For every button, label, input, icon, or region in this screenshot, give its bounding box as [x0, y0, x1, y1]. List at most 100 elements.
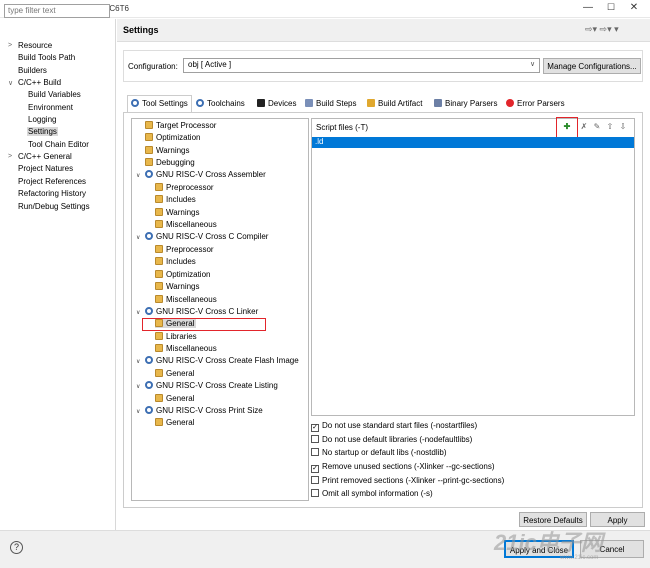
filter-input[interactable]: type filter text [4, 4, 110, 18]
folder-icon [155, 418, 163, 426]
nav-item-project-natures[interactable]: Project Natures [18, 164, 73, 173]
chevron-down-icon[interactable]: ∨ [530, 60, 535, 68]
nav-item-resource[interactable]: Resource [18, 41, 52, 50]
tree-item[interactable]: GNU RISC-V Cross Print Size [145, 406, 263, 415]
delete-icon[interactable]: ✗ [579, 122, 589, 132]
move-up-icon[interactable]: ⇧ [605, 122, 615, 132]
checkbox[interactable] [311, 489, 319, 497]
collapse-icon[interactable]: ∨ [8, 79, 13, 87]
option-label: Do not use default libraries (-nodefault… [322, 435, 473, 444]
tab-devices[interactable]: Devices [254, 96, 299, 112]
nav-item-project-references[interactable]: Project References [18, 177, 86, 186]
nav-item-refactoring-history[interactable]: Refactoring History [18, 189, 86, 198]
nav-item-cc-build[interactable]: C/C++ Build [18, 78, 61, 87]
minimize-icon[interactable]: — [578, 2, 598, 13]
option-label: Remove unused sections (-Xlinker --gc-se… [322, 462, 495, 471]
highlight-box [142, 318, 266, 331]
nav-item-builders[interactable]: Builders [18, 66, 47, 75]
expand-icon[interactable]: > [8, 153, 12, 160]
tree-item-label: GNU RISC-V Cross Print Size [156, 406, 263, 415]
configuration-select[interactable]: obj [ Active ] [183, 58, 540, 73]
tree-item[interactable]: Optimization [155, 270, 210, 279]
option-nostdlib[interactable]: No startup or default libs (-nostdlib) [311, 448, 447, 457]
option-omit-symbols[interactable]: Omit all symbol information (-s) [311, 489, 433, 498]
move-down-icon[interactable]: ⇩ [618, 122, 628, 132]
tree-item[interactable]: Miscellaneous [155, 295, 217, 304]
tree-item[interactable]: Target Processor [145, 121, 216, 130]
tab-build-artifact[interactable]: Build Artifact [364, 96, 425, 112]
tree-item[interactable]: General [155, 369, 194, 378]
tree-item[interactable]: Warnings [155, 208, 200, 217]
nav-item-run-debug-settings[interactable]: Run/Debug Settings [18, 202, 90, 211]
manage-configurations-button[interactable]: Manage Configurations... [543, 58, 641, 74]
checkbox[interactable] [311, 476, 319, 484]
help-icon[interactable]: ? [10, 541, 23, 554]
tree-item[interactable]: Warnings [155, 282, 200, 291]
tree-item[interactable]: Includes [155, 257, 196, 266]
watermark-url: www.21ic.com [560, 555, 599, 561]
maximize-icon[interactable]: ☐ [601, 2, 621, 13]
script-file-row[interactable]: .ld [312, 137, 634, 148]
tree-item[interactable]: GNU RISC-V Cross C Linker [145, 307, 258, 316]
history-nav-icons[interactable]: ⇨▾ ⇨▾ ▾ [585, 24, 619, 35]
collapse-icon[interactable]: ∨ [136, 309, 140, 316]
wrench-icon [305, 99, 313, 107]
edit-icon[interactable]: ✎ [592, 122, 602, 132]
tree-item[interactable]: Preprocessor [155, 245, 214, 254]
tree-item[interactable]: Optimization [145, 133, 200, 142]
tree-item[interactable]: GNU RISC-V Cross Create Flash Image [145, 356, 299, 365]
tree-item[interactable]: Includes [155, 195, 196, 204]
gear-icon [145, 406, 153, 414]
nav-item-build-variables[interactable]: Build Variables [28, 90, 81, 99]
nav-item-environment[interactable]: Environment [28, 103, 73, 112]
page-header [117, 19, 650, 42]
checkbox[interactable]: ✓ [311, 465, 319, 473]
tree-item[interactable]: Libraries [155, 332, 197, 341]
option-print-gc-sections[interactable]: Print removed sections (-Xlinker --print… [311, 476, 504, 485]
nav-item-build-tools-path[interactable]: Build Tools Path [18, 53, 75, 62]
checkbox[interactable]: ✓ [311, 424, 319, 432]
tab-label: Build Steps [316, 99, 357, 108]
option-label: Print removed sections (-Xlinker --print… [322, 476, 505, 485]
close-icon[interactable]: ✕ [624, 2, 644, 13]
collapse-icon[interactable]: ∨ [136, 172, 140, 179]
tree-item[interactable]: Debugging [145, 158, 195, 167]
tab-label: Binary Parsers [445, 99, 498, 108]
nav-item-cc-general[interactable]: C/C++ General [18, 152, 72, 161]
collapse-icon[interactable]: ∨ [136, 358, 140, 365]
tree-item[interactable]: Warnings [145, 146, 190, 155]
nav-item-logging[interactable]: Logging [28, 115, 56, 124]
watermark: 21ic电子网 [494, 530, 603, 555]
gear-icon [145, 381, 153, 389]
tab-toolchains[interactable]: Toolchains [193, 96, 248, 112]
option-nostartfiles[interactable]: ✓ Do not use standard start files (-nosta… [311, 421, 477, 432]
option-nodefaultlibs[interactable]: Do not use default libraries (-nodefault… [311, 435, 472, 444]
collapse-icon[interactable]: ∨ [136, 383, 140, 390]
tree-item[interactable]: GNU RISC-V Cross Assembler [145, 170, 266, 179]
tree-item[interactable]: GNU RISC-V Cross C Compiler [145, 232, 268, 241]
tree-item[interactable]: GNU RISC-V Cross Create Listing [145, 381, 278, 390]
tree-item-label: GNU RISC-V Cross Create Flash Image [156, 356, 299, 365]
tree-item[interactable]: Miscellaneous [155, 220, 217, 229]
checkbox[interactable] [311, 448, 319, 456]
nav-item-tool-chain-editor[interactable]: Tool Chain Editor [28, 140, 89, 149]
gear-icon [145, 170, 153, 178]
tab-build-steps[interactable]: Build Steps [302, 96, 359, 112]
error-icon [506, 99, 514, 107]
expand-icon[interactable]: > [8, 42, 12, 49]
tree-item[interactable]: Preprocessor [155, 183, 214, 192]
tab-label: Toolchains [207, 99, 245, 108]
checkbox[interactable] [311, 435, 319, 443]
tab-error-parsers[interactable]: Error Parsers [503, 96, 568, 112]
tree-item[interactable]: Miscellaneous [155, 344, 217, 353]
tab-binary-parsers[interactable]: Binary Parsers [431, 96, 500, 112]
page-title: Settings [123, 25, 159, 35]
collapse-icon[interactable]: ∨ [136, 408, 140, 415]
option-gc-sections[interactable]: ✓ Remove unused sections (-Xlinker --gc-s… [311, 462, 495, 473]
tab-tool-settings[interactable]: Tool Settings [127, 95, 192, 113]
tree-item[interactable]: General [155, 394, 194, 403]
nav-item-settings[interactable]: Settings [27, 127, 58, 136]
collapse-icon[interactable]: ∨ [136, 234, 140, 241]
tree-item[interactable]: General [155, 418, 194, 427]
folder-icon [155, 195, 163, 203]
